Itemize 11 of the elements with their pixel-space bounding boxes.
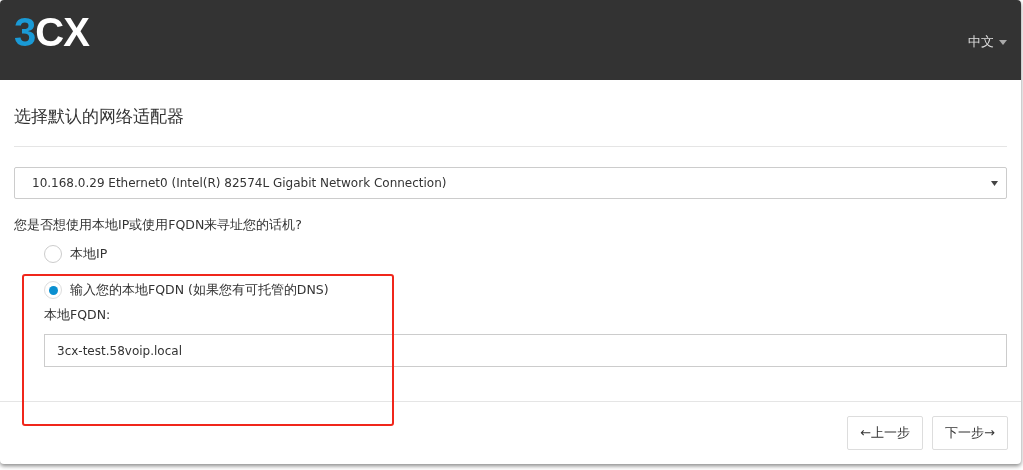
language-dropdown[interactable]: 中文 (968, 33, 1007, 51)
radio-label[interactable]: 输入您的本地FQDN (如果您有可托管的DNS) (70, 281, 329, 299)
fqdn-input-field[interactable]: 3cx-test.58voip.local (44, 334, 1007, 367)
back-button[interactable]: ←上一步 (847, 416, 924, 450)
field-label: 本地FQDN: (44, 307, 112, 324)
adapter-select[interactable]: 10.168.0.29 Ethernet0 (Intel(R) 82574L Gigabit Network Connection) (14, 167, 1007, 199)
question-text: 您是否想使用本地IP或使用FQDN来寻址您的话机? (14, 217, 303, 234)
page-title: 选择默认的网络适配器 (14, 106, 185, 128)
next-button[interactable]: 下一步→ (932, 416, 1008, 450)
logo: 3CX (14, 12, 89, 52)
radio-label[interactable]: 本地IP (70, 245, 108, 263)
